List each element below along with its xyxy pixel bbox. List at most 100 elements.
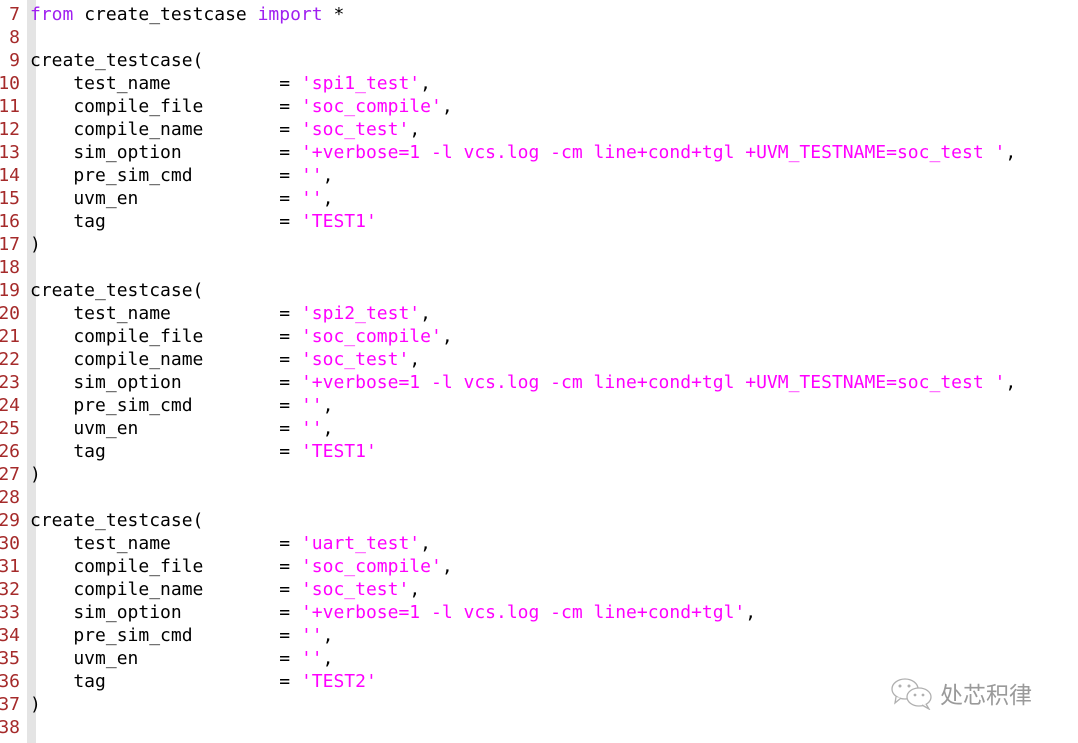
code-text: tag = 'TEST2' <box>30 670 376 693</box>
code-line[interactable]: 10 test_name = 'spi1_test', <box>0 72 1078 95</box>
code-token: , <box>420 303 431 324</box>
code-token: uvm_en = <box>30 418 301 439</box>
code-token: tag = <box>30 441 301 462</box>
code-token: , <box>322 395 334 416</box>
line-number: 18 <box>0 257 20 278</box>
line-number: 9 <box>9 50 20 71</box>
code-line[interactable]: 16 tag = 'TEST1' <box>0 210 1078 233</box>
string-token: '' <box>300 188 323 209</box>
line-number: 11 <box>0 96 20 117</box>
code-token: compile_name = <box>30 119 301 140</box>
code-line[interactable]: 24 pre_sim_cmd = '', <box>0 394 1078 417</box>
line-number: 14 <box>0 165 20 186</box>
code-text: uvm_en = '', <box>30 187 333 210</box>
code-line[interactable]: 23 sim_option = '+verbose=1 -l vcs.log -… <box>0 371 1078 394</box>
code-line[interactable]: 12 compile_name = 'soc_test', <box>0 118 1078 141</box>
string-token: '' <box>300 395 323 416</box>
line-number: 10 <box>0 73 20 94</box>
code-line[interactable]: 14 pre_sim_cmd = '', <box>0 164 1078 187</box>
code-text: compile_name = 'soc_test', <box>30 118 420 141</box>
code-token: create_testcase( <box>30 50 204 71</box>
code-token: compile_file = <box>30 96 301 117</box>
code-token: , <box>1005 142 1017 163</box>
code-text: create_testcase( <box>30 279 203 302</box>
code-text: uvm_en = '', <box>30 417 333 440</box>
code-text: test_name = 'uart_test', <box>30 532 431 555</box>
code-token: uvm_en = <box>30 188 301 209</box>
code-line[interactable]: 35 uvm_en = '', <box>0 647 1078 670</box>
watermark-text: 处芯积律 <box>940 683 1032 709</box>
code-line[interactable]: 30 test_name = 'uart_test', <box>0 532 1078 555</box>
string-token: '+verbose=1 -l vcs.log -cm line+cond+tgl… <box>300 142 1006 163</box>
line-number: 24 <box>0 395 20 416</box>
code-line[interactable]: 27) <box>0 463 1078 486</box>
code-token: pre_sim_cmd = <box>30 395 301 416</box>
code-line[interactable]: 26 tag = 'TEST1' <box>0 440 1078 463</box>
string-token: 'soc_compile' <box>300 556 442 577</box>
code-line[interactable]: 29 create_testcase( <box>0 509 1078 532</box>
code-editor[interactable]: 7 from create_testcase import * 8 9 create_t… <box>0 3 1078 739</box>
line-number: 15 <box>0 188 20 209</box>
line-number: 17 <box>0 234 20 255</box>
code-text: pre_sim_cmd = '', <box>30 394 333 417</box>
code-token: pre_sim_cmd = <box>30 165 301 186</box>
code-text: create_testcase( <box>30 509 203 532</box>
code-line[interactable]: 18 <box>0 256 1078 279</box>
code-line[interactable]: 31 compile_file = 'soc_compile', <box>0 555 1078 578</box>
code-text: ) <box>30 693 41 716</box>
code-line[interactable]: 28 <box>0 486 1078 509</box>
string-token: 'soc_test' <box>300 119 410 140</box>
line-number: 35 <box>0 648 20 669</box>
code-token: create_testcase <box>73 4 258 25</box>
code-line[interactable]: 20 test_name = 'spi2_test', <box>0 302 1078 325</box>
line-number: 12 <box>0 119 20 140</box>
code-line[interactable]: 34 pre_sim_cmd = '', <box>0 624 1078 647</box>
keyword-token: import <box>257 4 323 25</box>
code-token: sim_option = <box>30 142 301 163</box>
code-token: tag = <box>30 211 301 232</box>
string-token: '' <box>300 418 323 439</box>
string-token: 'spi2_test' <box>300 303 421 324</box>
code-text: ) <box>30 233 41 256</box>
code-token: sim_option = <box>30 602 301 623</box>
code-line[interactable]: 32 compile_name = 'soc_test', <box>0 578 1078 601</box>
code-text: uvm_en = '', <box>30 647 333 670</box>
string-token: 'TEST1' <box>300 441 377 462</box>
code-token: * <box>322 4 345 25</box>
code-line[interactable]: 19 create_testcase( <box>0 279 1078 302</box>
code-line[interactable]: 22 compile_name = 'soc_test', <box>0 348 1078 371</box>
code-token: , <box>322 625 334 646</box>
code-text: compile_file = 'soc_compile', <box>30 95 452 118</box>
line-number: 21 <box>0 326 20 347</box>
code-line[interactable]: 13 sim_option = '+verbose=1 -l vcs.log -… <box>0 141 1078 164</box>
line-number: 31 <box>0 556 20 577</box>
line-number: 36 <box>0 671 20 692</box>
code-token: , <box>409 579 421 600</box>
code-text: sim_option = '+verbose=1 -l vcs.log -cm … <box>30 141 1016 164</box>
code-line[interactable]: 17) <box>0 233 1078 256</box>
line-number: 27 <box>0 464 20 485</box>
code-line[interactable]: 11 compile_file = 'soc_compile', <box>0 95 1078 118</box>
code-line[interactable]: 8 <box>0 26 1078 49</box>
code-line[interactable]: 9 create_testcase( <box>0 49 1078 72</box>
code-token: , <box>441 556 453 577</box>
code-line[interactable]: 38 <box>0 716 1078 739</box>
code-token: , <box>441 326 453 347</box>
watermark: 处芯积律 <box>890 676 1032 710</box>
code-line[interactable]: 7 from create_testcase import * <box>0 3 1078 26</box>
string-token: 'soc_compile' <box>300 96 442 117</box>
code-token: , <box>745 602 757 623</box>
code-text: compile_file = 'soc_compile', <box>30 555 453 578</box>
line-number: 28 <box>0 487 20 508</box>
code-text: compile_name = 'soc_test', <box>30 348 420 371</box>
code-line[interactable]: 25 uvm_en = '', <box>0 417 1078 440</box>
string-token: 'soc_test' <box>300 349 410 370</box>
line-number: 25 <box>0 418 20 439</box>
code-line[interactable]: 15 uvm_en = '', <box>0 187 1078 210</box>
code-line[interactable]: 33 sim_option = '+verbose=1 -l vcs.log -… <box>0 601 1078 624</box>
code-line[interactable]: 21 compile_file = 'soc_compile', <box>0 325 1078 348</box>
wechat-icon <box>891 678 932 710</box>
code-token: , <box>420 533 431 554</box>
code-text: create_testcase( <box>30 49 203 72</box>
string-token: 'TEST1' <box>300 211 377 232</box>
